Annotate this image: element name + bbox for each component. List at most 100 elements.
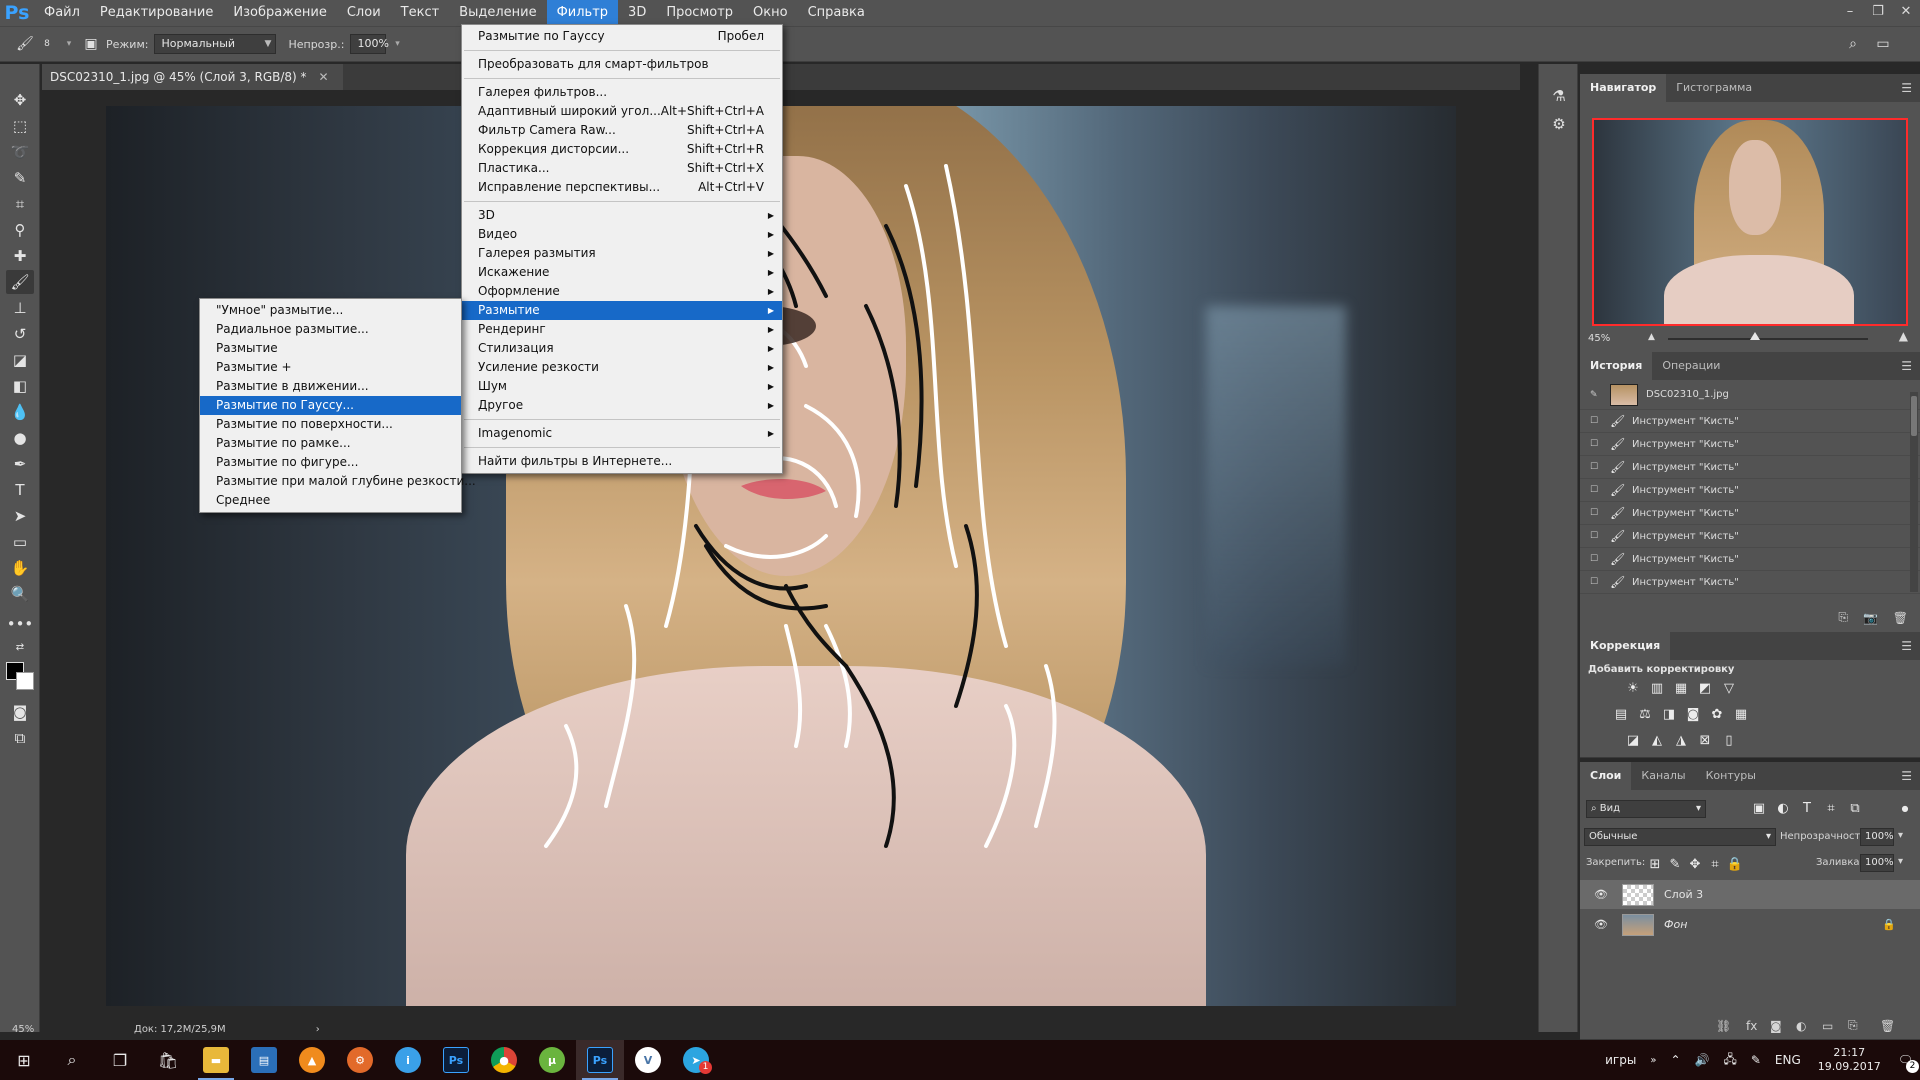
telegram-icon[interactable]: ➤ 1	[672, 1040, 720, 1080]
invert-icon[interactable]: ◪	[1624, 732, 1642, 748]
close-button[interactable]: ✕	[1892, 0, 1920, 22]
filter-toggle-icon[interactable]: ●	[1896, 800, 1914, 816]
zoom-out-icon[interactable]: ▲	[1648, 332, 1655, 342]
new-document-from-state-icon[interactable]: ⎘	[1838, 610, 1848, 625]
navigator-zoom-value[interactable]: 45%	[1588, 333, 1610, 344]
layer-row[interactable]: 👁 Фон 🔒	[1580, 910, 1920, 939]
type-tool-icon[interactable]: T	[6, 478, 34, 502]
background-color-swatch[interactable]	[16, 672, 34, 690]
panel-menu-icon[interactable]: ☰	[1901, 81, 1912, 95]
filter-shape-icon[interactable]: ⌗	[1822, 800, 1840, 816]
levels-icon[interactable]: ▥	[1648, 680, 1666, 696]
menu-image[interactable]: Изображение	[223, 0, 336, 26]
hand-tool-icon[interactable]: ✋	[6, 556, 34, 580]
search-icon[interactable]: ⌕	[1842, 33, 1864, 55]
opacity-input[interactable]: 100%	[350, 34, 389, 54]
menu-item-adaptive-wide-angle[interactable]: Адаптивный широкий угол... Alt+Shift+Ctrl…	[462, 102, 782, 121]
status-arrow-icon[interactable]: ›	[316, 1024, 320, 1035]
pen-icon[interactable]: ✎	[1751, 1053, 1761, 1067]
gear-app-icon[interactable]: ⚙	[336, 1040, 384, 1080]
menu-view[interactable]: Просмотр	[656, 0, 743, 26]
tab-histogram[interactable]: Гистограмма	[1666, 74, 1762, 102]
photo-filter-icon[interactable]: ◙	[1684, 706, 1702, 722]
eye-icon[interactable]: 👁	[1594, 918, 1610, 931]
stamp-tool-icon[interactable]: ⊥	[6, 296, 34, 320]
search-icon[interactable]: ⌕	[48, 1040, 96, 1080]
menu-item-radial-blur[interactable]: Радиальное размытие...	[200, 320, 461, 339]
menu-item-vanishing-point[interactable]: Исправление перспективы... Alt+Ctrl+V	[462, 178, 782, 197]
tray-label[interactable]: игры	[1605, 1053, 1636, 1067]
history-step[interactable]: ☐ 🖌 Инструмент "Кисть"	[1580, 525, 1920, 548]
filter-type-icon[interactable]: T	[1798, 800, 1816, 816]
new-group-icon[interactable]: ▭	[1822, 1019, 1833, 1033]
menu-filter[interactable]: Фильтр	[546, 0, 619, 26]
mode-select[interactable]: Нормальный ▼	[154, 34, 277, 54]
quick-mask-icon[interactable]: ◙	[6, 700, 34, 724]
checkbox-icon[interactable]: ☐	[1590, 462, 1604, 472]
navigator-zoom-slider[interactable]	[1668, 338, 1868, 340]
pen-tool-icon[interactable]: ✒	[6, 452, 34, 476]
menu-file[interactable]: Файл	[34, 0, 90, 26]
tab-paths[interactable]: Контуры	[1696, 762, 1766, 790]
chevron-down-icon[interactable]: ▾	[1898, 830, 1903, 841]
menu-item-surface-blur[interactable]: Размытие по поверхности...	[200, 415, 461, 434]
windows-start-icon[interactable]: ⊞	[0, 1040, 48, 1080]
history-step[interactable]: ☐ 🖌 Инструмент "Кисть"	[1580, 410, 1920, 433]
dodge-tool-icon[interactable]: ●	[6, 426, 34, 450]
menu-item-distort[interactable]: Искажение ▶	[462, 263, 782, 282]
crop-tool-icon[interactable]: ⌗	[6, 192, 34, 216]
trash-icon[interactable]: 🗑	[1893, 611, 1908, 625]
camera-icon[interactable]: 📷	[1863, 611, 1878, 625]
shape-tool-icon[interactable]: ▭	[6, 530, 34, 554]
new-adjustment-icon[interactable]: ◐	[1796, 1019, 1806, 1033]
brush-settings-icon[interactable]: ⚙	[1547, 112, 1571, 136]
layer-row[interactable]: 👁 Слой 3	[1580, 880, 1920, 909]
slider-knob[interactable]	[1750, 332, 1760, 340]
menu-edit[interactable]: Редактирование	[90, 0, 223, 26]
checkbox-icon[interactable]: ☐	[1590, 508, 1604, 518]
menu-item-motion-blur[interactable]: Размытие в движении...	[200, 377, 461, 396]
channel-mixer-icon[interactable]: ✿	[1708, 706, 1726, 722]
chevron-down-icon[interactable]: ▾	[1898, 856, 1903, 867]
media-app-icon[interactable]: ▤	[240, 1040, 288, 1080]
layer-opacity-input[interactable]: 100%	[1860, 828, 1894, 846]
menu-item-browse-filters-online[interactable]: Найти фильтры в Интернете...	[462, 452, 782, 471]
file-explorer-icon[interactable]: ▬	[192, 1040, 240, 1080]
trash-icon[interactable]: 🗑	[1880, 1019, 1895, 1033]
menu-item-video[interactable]: Видео ▶	[462, 225, 782, 244]
menu-item-blur-more[interactable]: Размытие +	[200, 358, 461, 377]
menu-item-imagenomic[interactable]: Imagenomic ▶	[462, 424, 782, 443]
brush-tool-preset-icon[interactable]: 🖌	[14, 33, 36, 55]
tab-adjustments[interactable]: Коррекция	[1580, 632, 1671, 660]
history-step[interactable]: ☐ 🖌 Инструмент "Кисть"	[1580, 571, 1920, 594]
chevron-down-icon[interactable]: ▾	[58, 33, 80, 55]
curves-icon[interactable]: ▦	[1672, 680, 1690, 696]
eyedropper-tool-icon[interactable]: ⚲	[6, 218, 34, 242]
swap-colors-icon[interactable]: ⇄	[6, 640, 34, 654]
menu-item-lens-correction[interactable]: Коррекция дисторсии... Shift+Ctrl+R	[462, 140, 782, 159]
menu-item-liquify[interactable]: Пластика... Shift+Ctrl+X	[462, 159, 782, 178]
status-zoom[interactable]: 45%	[12, 1024, 34, 1035]
menu-item-stylize[interactable]: Стилизация ▶	[462, 339, 782, 358]
network-icon[interactable]: 🖧	[1723, 1050, 1736, 1071]
panel-menu-icon[interactable]: ☰	[1901, 639, 1912, 653]
photoshop-active-icon[interactable]: Ps	[576, 1040, 624, 1080]
zoom-tool-icon[interactable]: 🔍	[6, 582, 34, 606]
menu-window[interactable]: Окно	[743, 0, 798, 26]
checkbox-icon[interactable]: ☐	[1590, 577, 1604, 587]
color-balance-icon[interactable]: ⚖	[1636, 706, 1654, 722]
opacity-dropdown-icon[interactable]: ▾	[386, 33, 408, 55]
photoshop-taskbar-icon[interactable]: Ps	[432, 1040, 480, 1080]
workspace-icon[interactable]: ▭	[1872, 33, 1894, 55]
exposure-icon[interactable]: ◩	[1696, 680, 1714, 696]
menu-select[interactable]: Выделение	[449, 0, 546, 26]
restore-button[interactable]: ❐	[1864, 0, 1892, 22]
menu-item-convert-smart[interactable]: Преобразовать для смарт-фильтров	[462, 55, 782, 74]
history-snapshot[interactable]: ✎ DSC02310_1.jpg	[1580, 380, 1920, 410]
gradient-map-icon[interactable]: ▯	[1720, 732, 1738, 748]
fill-input[interactable]: 100%	[1860, 854, 1894, 872]
menu-item-noise[interactable]: Шум ▶	[462, 377, 782, 396]
history-brush-tool-icon[interactable]: ↺	[6, 322, 34, 346]
menu-item-render[interactable]: Рендеринг ▶	[462, 320, 782, 339]
healing-tool-icon[interactable]: ✚	[6, 244, 34, 268]
